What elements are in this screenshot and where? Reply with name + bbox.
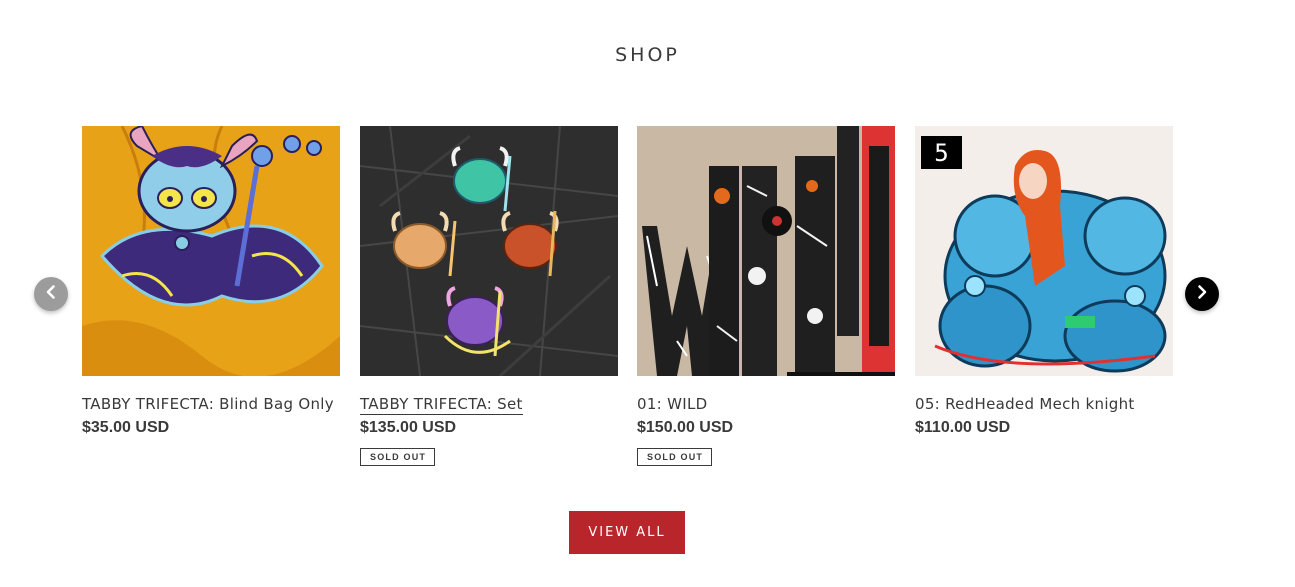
chevron-right-icon: [1194, 284, 1210, 305]
carousel-prev-button[interactable]: [34, 277, 68, 311]
product-card[interactable]: 5 05: RedHeaded Mech knight $110.00 USD: [915, 126, 1173, 439]
view-all-button[interactable]: VIEW ALL: [569, 511, 685, 554]
product-price: $110.00 USD: [915, 419, 1011, 436]
product-image[interactable]: 5: [915, 126, 1173, 376]
chevron-left-icon: [43, 284, 59, 305]
product-price: $135.00 USD: [360, 419, 457, 436]
product-price: $35.00 USD: [82, 419, 170, 436]
sold-out-badge: SOLD OUT: [360, 448, 436, 466]
product-title[interactable]: 01: WILD: [637, 393, 895, 416]
product-title[interactable]: 05: RedHeaded Mech knight: [915, 393, 1173, 416]
product-card[interactable]: 01: WILD $150.00 USD SOLD OUT: [637, 126, 895, 466]
product-title[interactable]: TABBY TRIFECTA: Blind Bag Only: [82, 393, 340, 416]
product-image[interactable]: [360, 126, 618, 376]
product-title[interactable]: TABBY TRIFECTA: Set: [360, 393, 618, 416]
carousel-next-button[interactable]: [1185, 277, 1219, 311]
section-title: SHOP: [615, 44, 680, 66]
product-price: $150.00 USD: [637, 419, 734, 436]
image-number-label: 5: [934, 139, 948, 167]
product-image[interactable]: [637, 126, 895, 376]
sold-out-badge: SOLD OUT: [637, 448, 713, 466]
product-card[interactable]: TABBY TRIFECTA: Blind Bag Only $35.00 US…: [82, 126, 340, 439]
product-image[interactable]: [82, 126, 340, 376]
product-card[interactable]: TABBY TRIFECTA: Set $135.00 USD SOLD OUT: [360, 126, 618, 466]
product-title-text[interactable]: TABBY TRIFECTA: Set: [360, 395, 523, 415]
